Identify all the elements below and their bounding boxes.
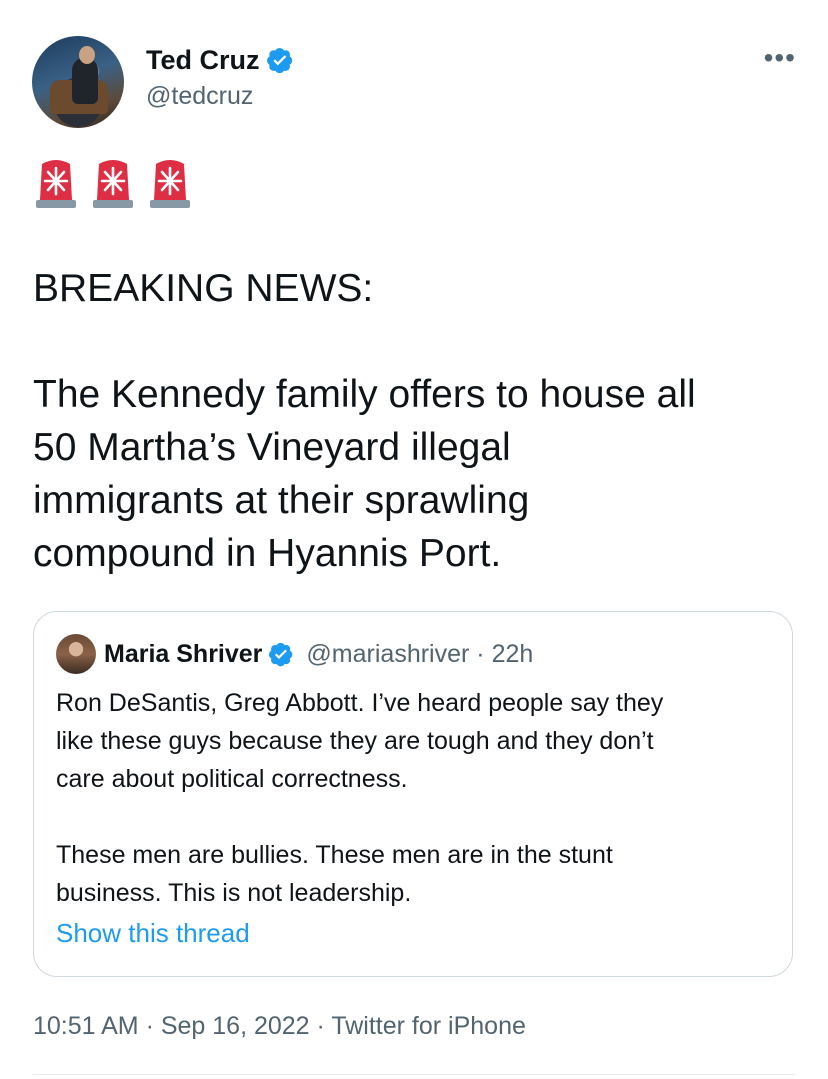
show-thread-link[interactable]: Show this thread — [56, 918, 250, 949]
tweet-text: BREAKING NEWS: The Kennedy family offers… — [33, 267, 696, 575]
avatar-head — [79, 46, 95, 64]
police-light-icon — [36, 160, 76, 208]
police-light-icon — [150, 160, 190, 208]
quoted-meta: @mariashriver · 22h — [306, 640, 533, 669]
author-info: Ted Cruz @tedcruz — [146, 44, 294, 111]
more-options-icon[interactable]: ••• — [764, 44, 796, 72]
author-avatar[interactable] — [32, 36, 124, 128]
verified-badge-icon — [266, 47, 292, 74]
quoted-tweet-text: Ron DeSantis, Greg Abbott. I’ve heard pe… — [56, 689, 664, 907]
quoted-author-avatar — [56, 634, 96, 674]
divider — [33, 1074, 795, 1075]
author-name[interactable]: Ted Cruz — [146, 45, 260, 76]
emoji-row — [34, 154, 192, 210]
quoted-tweet-header: Maria Shriver @mariashriver · 22h — [56, 634, 533, 674]
quoted-tweet[interactable]: Maria Shriver @mariashriver · 22h Ron De… — [33, 611, 793, 977]
author-handle[interactable]: @tedcruz — [146, 82, 294, 111]
police-light-icon — [93, 160, 133, 208]
quoted-separator: · — [476, 639, 485, 668]
avatar-person — [72, 58, 98, 104]
quoted-author-handle: @mariashriver — [306, 639, 470, 668]
verified-badge-icon — [269, 642, 293, 667]
tweet-timestamp[interactable]: 10:51 AM · Sep 16, 2022 · Twitter for iP… — [33, 1012, 526, 1041]
quoted-time: 22h — [491, 639, 534, 668]
quoted-author-name: Maria Shriver — [104, 639, 263, 668]
